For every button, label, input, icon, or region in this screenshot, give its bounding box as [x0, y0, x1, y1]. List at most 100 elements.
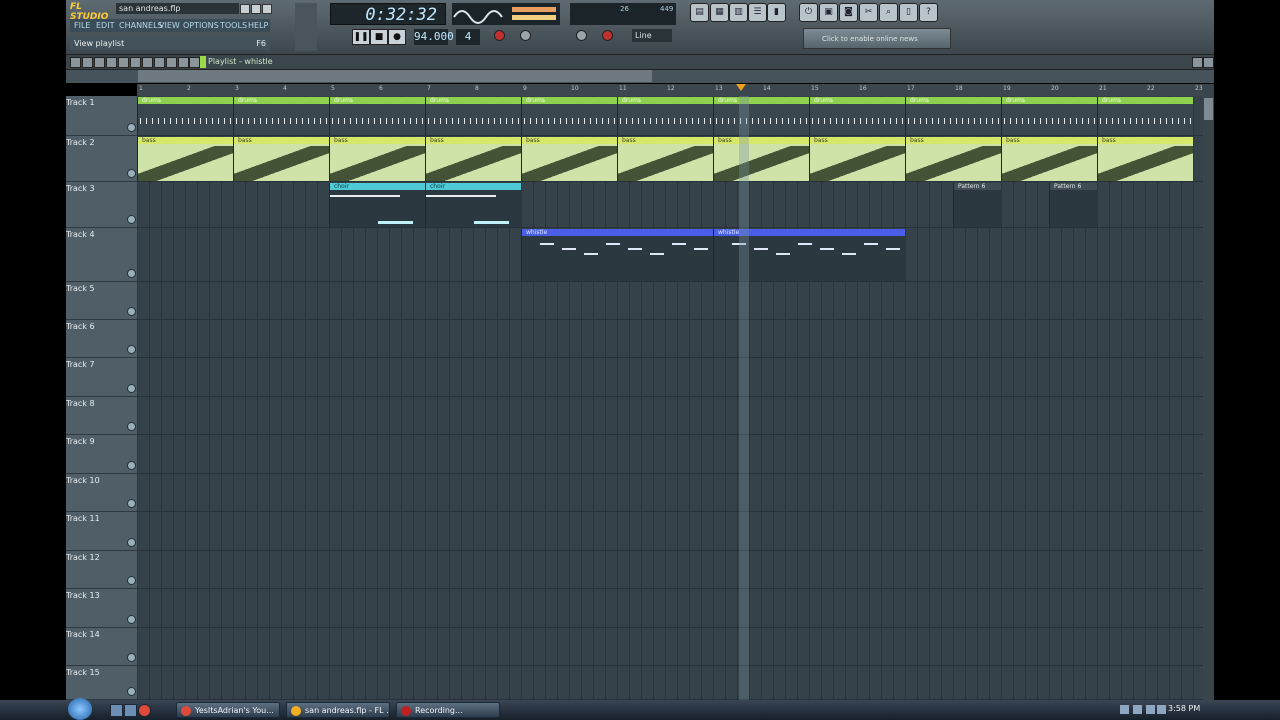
delete-tool-icon[interactable] [118, 57, 129, 68]
bass-clip[interactable]: bass [1097, 137, 1193, 181]
bass-clip[interactable]: bass [425, 137, 521, 181]
tool-button-6[interactable]: ▯ [899, 3, 918, 22]
pause-button[interactable]: ❚❚ [352, 29, 370, 45]
track-header[interactable]: Track 10 [66, 474, 137, 512]
track-mute-icon[interactable] [127, 384, 136, 393]
horizontal-scrollbar[interactable] [138, 70, 652, 82]
metronome-button[interactable] [576, 30, 587, 41]
track-name[interactable]: Track 11 [66, 514, 100, 523]
choir-clip[interactable]: choir [329, 183, 425, 227]
minimize-button[interactable] [240, 4, 250, 14]
taskbar-task[interactable]: Recording... [396, 702, 500, 718]
tray-icon-2[interactable] [1133, 705, 1142, 714]
bass-clip[interactable]: bass [233, 137, 329, 181]
track-name[interactable]: Track 14 [66, 630, 100, 639]
menu-help[interactable]: HELP [248, 19, 268, 32]
playlist-maximize-button[interactable] [1192, 57, 1203, 68]
drums-clip[interactable]: drums [425, 97, 521, 135]
track-name[interactable]: Track 13 [66, 591, 100, 600]
track-name[interactable]: Track 2 [66, 138, 95, 147]
piano-roll-button[interactable]: ▥ [729, 3, 748, 22]
mixer-button[interactable]: ▮ [767, 3, 786, 22]
track-mute-icon[interactable] [127, 576, 136, 585]
track-header[interactable]: Track 8 [66, 397, 137, 435]
track-mute-icon[interactable] [127, 615, 136, 624]
master-volume-slider[interactable] [295, 3, 317, 51]
snap-tool-icon[interactable] [189, 57, 200, 68]
snap-mode-select[interactable]: Line [632, 29, 672, 42]
track-mute-icon[interactable] [127, 307, 136, 316]
magnet-icon[interactable] [82, 57, 93, 68]
playlist-window-button[interactable]: ▤ [690, 3, 709, 22]
song-time-display[interactable]: 0:32:32 [330, 3, 446, 25]
slice-tool-icon[interactable] [142, 57, 153, 68]
record-mode-button[interactable] [494, 30, 505, 41]
drums-clip[interactable]: drums [1097, 97, 1193, 135]
pattern-6-clip[interactable]: Pattern 6 [1049, 183, 1097, 227]
track-name[interactable]: Track 9 [66, 437, 95, 446]
playlist-close-button[interactable] [1203, 57, 1214, 68]
snap-value[interactable]: 4 [456, 29, 480, 45]
bass-clip[interactable]: bass [809, 137, 905, 181]
taskbar-task[interactable]: YesItsAdrian's You... [176, 702, 280, 718]
track-name[interactable]: Track 8 [66, 399, 95, 408]
track-mute-icon[interactable] [127, 215, 136, 224]
bass-clip[interactable]: bass [617, 137, 713, 181]
whistle-clip[interactable]: whistle [521, 229, 713, 281]
track-header[interactable]: Track 9 [66, 435, 137, 474]
maximize-button[interactable] [251, 4, 261, 14]
stop-button[interactable]: ■ [370, 29, 388, 45]
drums-clip[interactable]: drums [809, 97, 905, 135]
show-desktop-icon[interactable] [110, 704, 123, 717]
playback-tool-icon[interactable] [178, 57, 189, 68]
help-button[interactable]: ? [919, 3, 938, 22]
paint-tool-icon[interactable] [106, 57, 117, 68]
track-name[interactable]: Track 7 [66, 360, 95, 369]
track-name[interactable]: Track 1 [66, 98, 95, 107]
volume-icon[interactable] [1157, 705, 1166, 714]
drums-clip[interactable]: drums [233, 97, 329, 135]
track-mute-icon[interactable] [127, 653, 136, 662]
track-name[interactable]: Track 6 [66, 322, 95, 331]
track-name[interactable]: Track 12 [66, 553, 100, 562]
tool-button-3[interactable]: ◙ [839, 3, 858, 22]
vertical-scroll-thumb[interactable] [1204, 98, 1213, 120]
bass-clip[interactable]: bass [137, 137, 233, 181]
track-header[interactable]: Track 11 [66, 512, 137, 551]
drums-clip[interactable]: drums [137, 97, 233, 135]
pattern-6-clip[interactable]: Pattern 6 [953, 183, 1001, 227]
draw-tool-icon[interactable] [94, 57, 105, 68]
playlist-grid[interactable]: drums drums drums drums drums drums drums drums… [137, 96, 1203, 700]
taskbar-clock[interactable]: 3:58 PM [1168, 704, 1200, 713]
drums-clip[interactable]: drums [617, 97, 713, 135]
bass-clip[interactable]: bass [1001, 137, 1097, 181]
online-news-button[interactable]: Click to enable online news [803, 28, 951, 49]
step-sequencer-button[interactable]: ▦ [710, 3, 729, 22]
track-name[interactable]: Track 15 [66, 668, 100, 677]
track-name[interactable]: Track 5 [66, 284, 95, 293]
playlist-menu-icon[interactable] [70, 57, 81, 68]
pattern-mode-button[interactable] [520, 30, 531, 41]
tool-button-5[interactable]: ⌕ [879, 3, 898, 22]
tray-icon-1[interactable] [1120, 705, 1129, 714]
track-header[interactable]: Track 7 [66, 358, 137, 397]
track-header[interactable]: Track 5 [66, 282, 137, 320]
drums-clip[interactable]: drums [713, 97, 809, 135]
select-tool-icon[interactable] [154, 57, 165, 68]
track-header[interactable]: Track 6 [66, 320, 137, 358]
song-position-marker[interactable] [736, 84, 746, 91]
mute-tool-icon[interactable] [130, 57, 141, 68]
drums-clip[interactable]: drums [1001, 97, 1097, 135]
menu-view[interactable]: VIEW [159, 19, 180, 32]
switch-windows-icon[interactable] [124, 704, 137, 717]
wait-input-button[interactable] [602, 30, 613, 41]
menu-tools[interactable]: TOOLS [220, 19, 247, 32]
track-mute-icon[interactable] [127, 422, 136, 431]
track-name[interactable]: Track 4 [66, 230, 95, 239]
record-button[interactable]: ● [388, 29, 406, 45]
close-button[interactable] [262, 4, 272, 14]
track-mute-icon[interactable] [127, 538, 136, 547]
track-mute-icon[interactable] [127, 345, 136, 354]
bass-clip[interactable]: bass [713, 137, 809, 181]
track-mute-icon[interactable] [127, 461, 136, 470]
